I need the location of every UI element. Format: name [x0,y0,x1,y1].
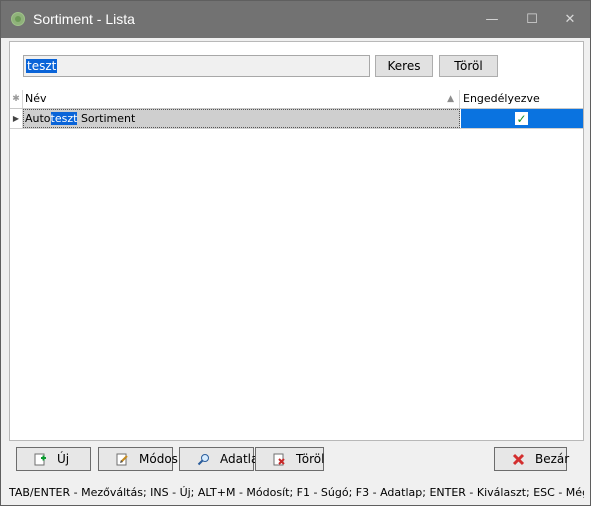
search-input[interactable]: teszt [23,55,370,77]
app-icon [11,12,25,26]
delete-button[interactable]: Töröl [255,447,324,471]
grid-header: ✱ Név ▲ Engedélyezve [10,90,583,109]
enabled-checkbox[interactable]: ✓ [515,112,528,125]
column-header-enabled[interactable]: Engedélyezve [461,90,583,108]
row-name-cell[interactable]: Autoteszt Sortiment [23,109,460,128]
clear-search-button[interactable]: Töröl [439,55,498,77]
close-icon [512,453,525,466]
close-label: Bezár [535,452,570,466]
row-name-highlight: teszt [50,112,78,125]
sortiment-list-window: Sortiment - Lista — ☐ ✕ teszt Keres Törö… [0,0,591,506]
row-enabled-cell[interactable]: ✓ [461,109,583,128]
sortiment-grid: ✱ Név ▲ Engedélyezve ▶ Autoteszt Sortime… [10,90,583,440]
column-header-name-label: Név [25,92,47,105]
delete-label: Töröl [296,452,325,466]
new-button[interactable]: Új [16,447,91,471]
details-button[interactable]: Adatlap [179,447,266,471]
maximize-button[interactable]: ☐ [515,1,549,38]
edit-button[interactable]: Módosít [98,447,186,471]
minimize-button[interactable]: — [475,1,509,38]
delete-icon [273,453,286,466]
status-bar: TAB/ENTER - Mezőváltás; INS - Új; ALT+M … [9,486,584,499]
list-panel: teszt Keres Töröl ✱ Név ▲ Engedélyezve ▶… [9,41,584,441]
header-indicator: ✱ [10,90,23,108]
title-bar: Sortiment - Lista — ☐ ✕ [1,1,590,38]
row-name-prefix: Auto [25,112,51,125]
search-icon [197,453,210,466]
add-icon [34,453,47,466]
row-name-suffix: Sortiment [77,112,136,125]
search-value: teszt [26,59,58,73]
new-label: Új [57,452,70,466]
action-bar: Új Módosít Adatlap Töröl Bezár [9,441,584,479]
column-header-name[interactable]: Név ▲ [23,90,460,108]
sort-ascending-icon: ▲ [447,94,454,104]
row-indicator-icon: ▶ [10,109,23,128]
close-button[interactable]: Bezár [494,447,570,471]
close-window-button[interactable]: ✕ [553,1,587,38]
table-row[interactable]: ▶ Autoteszt Sortiment ✓ [10,109,583,129]
search-button[interactable]: Keres [375,55,433,77]
window-title: Sortiment - Lista [33,11,135,27]
edit-icon [116,453,129,466]
